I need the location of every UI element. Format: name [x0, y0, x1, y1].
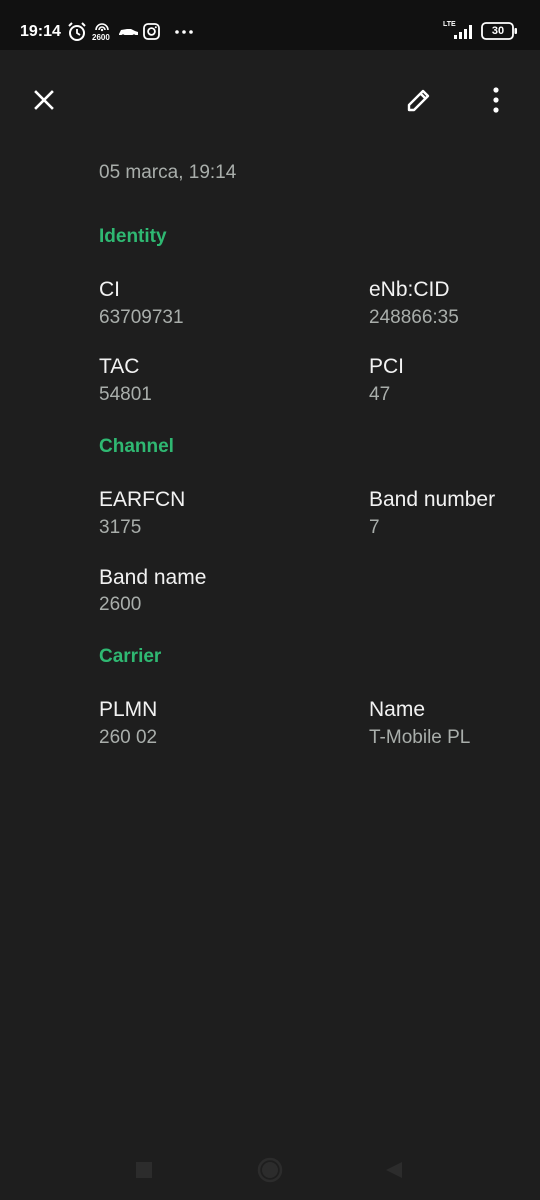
ci-label: CI — [99, 278, 120, 301]
car-icon — [119, 29, 138, 38]
tac-value: 54801 — [99, 384, 152, 405]
carrier-name-value: T-Mobile PL — [369, 727, 471, 748]
pci-value: 47 — [369, 384, 391, 405]
more-dots-icon — [175, 30, 193, 34]
earfcn-label: EARFCN — [99, 488, 186, 511]
recents-button[interactable] — [126, 1152, 162, 1188]
band-number-label: Band number — [369, 488, 496, 511]
section-title-carrier: Carrier — [99, 646, 162, 667]
instagram-icon — [143, 23, 160, 40]
edit-button[interactable] — [397, 78, 441, 122]
navigation-bar — [0, 1140, 540, 1200]
close-icon — [34, 90, 54, 110]
ci-value: 63709731 — [99, 307, 184, 328]
enb-cid-label: eNb:CID — [369, 278, 450, 301]
band-name-value: 2600 — [99, 594, 142, 615]
section-title-identity: Identity — [99, 226, 167, 247]
band-name-label: Band name — [99, 566, 207, 589]
back-button[interactable] — [376, 1152, 412, 1188]
plmn-value: 260 02 — [99, 727, 158, 748]
battery-level: 30 — [491, 25, 505, 37]
status-time: 19:14 — [20, 23, 61, 40]
section-title-channel: Channel — [99, 436, 174, 457]
plmn-label: PLMN — [99, 698, 158, 721]
enb-cid-value: 248866:35 — [369, 307, 459, 328]
pci-label: PCI — [369, 355, 405, 378]
status-bar: 19:14 2600 LTE 30 — [0, 0, 540, 50]
close-button[interactable] — [22, 78, 66, 122]
home-button[interactable] — [252, 1152, 288, 1188]
recents-icon — [136, 1162, 152, 1178]
cell-detail-screen: 19:14 2600 LTE 30 05 marca, 19:14 Identi… — [0, 0, 540, 1200]
alarm-icon — [68, 22, 86, 41]
more-options-button[interactable] — [474, 78, 518, 122]
band-number-value: 7 — [369, 517, 380, 538]
edit-icon — [407, 89, 430, 112]
earfcn-value: 3175 — [99, 517, 142, 538]
record-timestamp: 05 marca, 19:14 — [99, 162, 237, 183]
hotspot-label: 2600 — [92, 33, 110, 42]
signal-icon — [454, 25, 472, 39]
more-vert-icon — [493, 87, 499, 113]
home-icon — [257, 1157, 283, 1183]
carrier-name-label: Name — [369, 698, 426, 721]
back-icon — [386, 1162, 402, 1178]
tac-label: TAC — [99, 355, 140, 378]
